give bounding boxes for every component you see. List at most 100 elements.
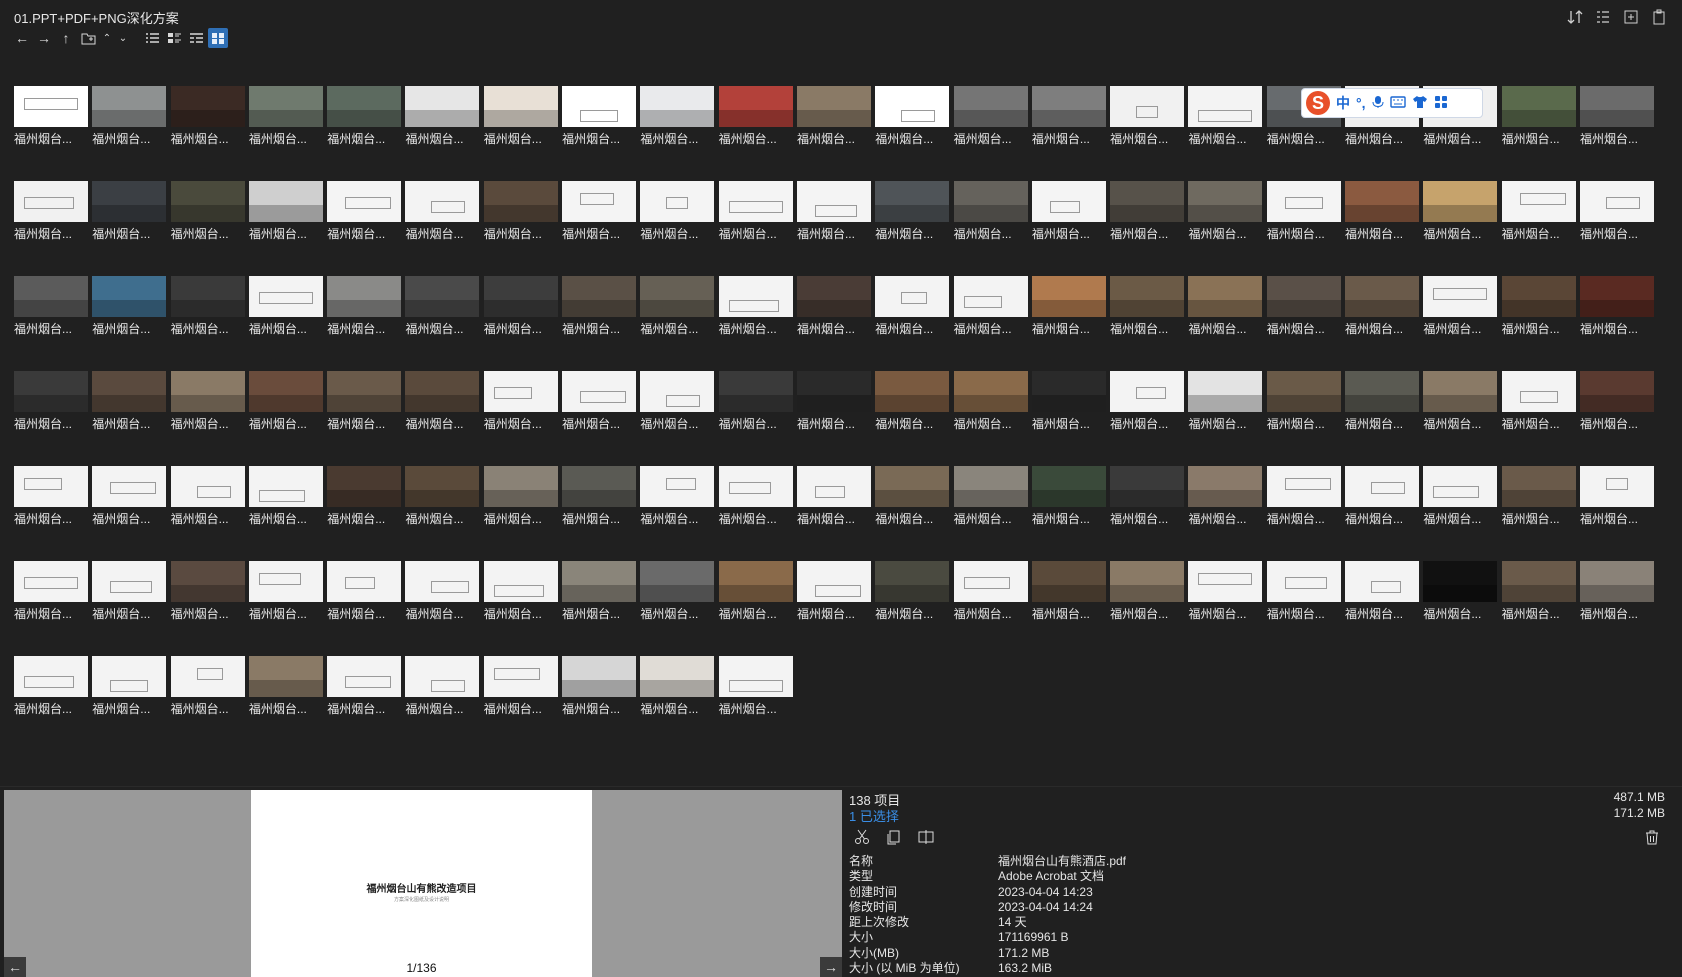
file-thumbnail[interactable]: 福州烟台... (1031, 181, 1106, 276)
sort-asc-button[interactable]: ⌃ (100, 28, 114, 48)
file-thumbnail[interactable]: 福州烟台... (953, 86, 1028, 181)
file-thumbnail[interactable]: 福州烟台... (953, 276, 1028, 371)
file-thumbnail[interactable]: 福州烟台... (1266, 466, 1341, 561)
clipboard-icon[interactable] (1650, 8, 1668, 26)
file-thumbnail[interactable]: 福州烟台... (796, 371, 871, 466)
new-tab-icon[interactable] (1622, 8, 1640, 26)
file-thumbnail[interactable]: 福州烟台... (1188, 181, 1263, 276)
file-thumbnail[interactable]: 福州烟台... (14, 86, 88, 181)
preview-next-button[interactable]: → (820, 957, 842, 977)
file-thumbnail[interactable]: 福州烟台... (1031, 276, 1106, 371)
file-thumbnail[interactable]: 福州烟台... (92, 86, 167, 181)
file-thumbnail[interactable]: 福州烟台... (640, 466, 715, 561)
file-thumbnail[interactable]: 福州烟台... (14, 371, 88, 466)
selected-count[interactable]: 1 已选择 (849, 806, 899, 825)
file-thumbnail[interactable]: 福州烟台... (1110, 561, 1185, 656)
tile-view-button[interactable] (186, 28, 206, 48)
file-thumbnail[interactable]: 福州烟台... (14, 656, 88, 751)
file-thumbnail[interactable]: 福州烟台... (92, 466, 167, 561)
file-thumbnail[interactable]: 福州烟台... (796, 86, 871, 181)
file-thumbnail[interactable]: 福州烟台... (796, 466, 871, 561)
file-thumbnail[interactable]: 福州烟台... (483, 656, 558, 751)
file-thumbnail[interactable]: 福州烟台... (170, 86, 245, 181)
file-thumbnail[interactable]: 福州烟台... (405, 181, 480, 276)
file-thumbnail[interactable]: 福州烟台... (92, 561, 167, 656)
file-thumbnail[interactable]: 福州烟台... (1188, 276, 1263, 371)
file-thumbnail[interactable]: 福州烟台... (1110, 371, 1185, 466)
file-thumbnail[interactable]: 福州烟台... (170, 181, 245, 276)
ime-skin-icon[interactable] (1412, 95, 1428, 112)
file-thumbnail[interactable]: 福州烟台... (170, 371, 245, 466)
file-thumbnail[interactable]: 福州烟台... (718, 466, 793, 561)
file-thumbnail[interactable]: 福州烟台... (640, 656, 715, 751)
new-folder-button[interactable] (78, 28, 98, 48)
file-thumbnail[interactable]: 福州烟台... (170, 656, 245, 751)
file-thumbnail[interactable]: 福州烟台... (640, 276, 715, 371)
file-thumbnail[interactable]: 福州烟台... (1345, 276, 1420, 371)
file-thumbnail[interactable]: 福州烟台... (14, 276, 88, 371)
file-thumbnail[interactable]: 福州烟台... (796, 276, 871, 371)
file-thumbnail[interactable]: 福州烟台... (875, 371, 950, 466)
file-thumbnail[interactable]: 福州烟台... (1266, 276, 1341, 371)
file-thumbnail[interactable]: 福州烟台... (1345, 371, 1420, 466)
file-thumbnail[interactable]: 福州烟台... (718, 371, 793, 466)
file-thumbnail[interactable]: 福州烟台... (1188, 466, 1263, 561)
file-thumbnail[interactable]: 福州烟台... (483, 371, 558, 466)
file-thumbnail[interactable]: 福州烟台... (953, 561, 1028, 656)
file-thumbnail[interactable]: 福州烟台... (562, 86, 637, 181)
file-thumbnail[interactable]: 福州烟台... (170, 466, 245, 561)
file-thumbnail[interactable]: 福州烟台... (796, 561, 871, 656)
file-thumbnail[interactable]: 福州烟台... (483, 561, 558, 656)
file-thumbnail[interactable]: 福州烟台... (1110, 466, 1185, 561)
file-thumbnail[interactable]: 福州烟台... (562, 371, 637, 466)
file-thumbnail[interactable]: 福州烟台... (953, 466, 1028, 561)
file-thumbnail[interactable]: 福州烟台... (875, 466, 950, 561)
file-thumbnail[interactable]: 福州烟台... (1423, 181, 1498, 276)
file-thumbnail[interactable]: 福州烟台... (1188, 561, 1263, 656)
file-thumbnail[interactable]: 福州烟台... (1579, 86, 1654, 181)
file-thumbnail[interactable]: 福州烟台... (1579, 561, 1654, 656)
file-thumbnail[interactable]: 福州烟台... (92, 656, 167, 751)
file-thumbnail[interactable]: 福州烟台... (640, 86, 715, 181)
file-thumbnail[interactable]: 福州烟台... (327, 371, 402, 466)
file-thumbnail[interactable]: 福州烟台... (953, 181, 1028, 276)
file-thumbnail[interactable]: 福州烟台... (248, 181, 323, 276)
up-button[interactable]: ↑ (56, 28, 76, 48)
file-thumbnail[interactable]: 福州烟台... (248, 656, 323, 751)
file-thumbnail[interactable]: 福州烟台... (640, 561, 715, 656)
file-thumbnail[interactable]: 福州烟台... (483, 466, 558, 561)
file-thumbnail[interactable]: 福州烟台... (327, 86, 402, 181)
file-thumbnail[interactable]: 福州烟台... (1110, 276, 1185, 371)
file-thumbnail[interactable]: 福州烟台... (718, 276, 793, 371)
detail-view-button[interactable] (164, 28, 184, 48)
file-thumbnail[interactable]: 福州烟台... (1188, 86, 1263, 181)
file-thumbnail[interactable]: 福州烟台... (405, 86, 480, 181)
ime-chinese-toggle[interactable]: 中 (1336, 93, 1350, 113)
file-thumbnail[interactable]: 福州烟台... (1031, 371, 1106, 466)
ime-toolbar[interactable]: S 中 °, (1301, 88, 1483, 118)
file-thumbnail[interactable]: 福州烟台... (718, 181, 793, 276)
file-thumbnail[interactable]: 福州烟台... (1579, 466, 1654, 561)
file-thumbnail[interactable]: 福州烟台... (1423, 466, 1498, 561)
thumbnail-view-button[interactable] (208, 28, 228, 48)
file-thumbnail[interactable]: 福州烟台... (1110, 86, 1185, 181)
ime-mic-icon[interactable] (1372, 95, 1384, 112)
file-thumbnail[interactable]: 福州烟台... (405, 656, 480, 751)
file-thumbnail[interactable]: 福州烟台... (1266, 561, 1341, 656)
file-thumbnail[interactable]: 福州烟台... (1266, 181, 1341, 276)
file-thumbnail[interactable]: 福州烟台... (1579, 181, 1654, 276)
file-thumbnail[interactable]: 福州烟台... (327, 561, 402, 656)
file-thumbnail[interactable]: 福州烟台... (248, 371, 323, 466)
file-thumbnail[interactable]: 福州烟台... (92, 276, 167, 371)
details-view-icon[interactable] (1594, 8, 1612, 26)
sort-desc-button[interactable]: ⌄ (116, 28, 130, 48)
file-thumbnail[interactable]: 福州烟台... (562, 181, 637, 276)
back-button[interactable]: ← (12, 28, 32, 48)
file-thumbnail[interactable]: 福州烟台... (248, 86, 323, 181)
cut-icon[interactable] (853, 828, 871, 846)
file-thumbnail[interactable]: 福州烟台... (875, 561, 950, 656)
file-thumbnail[interactable]: 福州烟台... (1031, 86, 1106, 181)
file-thumbnail[interactable]: 福州烟台... (248, 466, 323, 561)
file-thumbnail[interactable]: 福州烟台... (327, 181, 402, 276)
forward-button[interactable]: → (34, 28, 54, 48)
